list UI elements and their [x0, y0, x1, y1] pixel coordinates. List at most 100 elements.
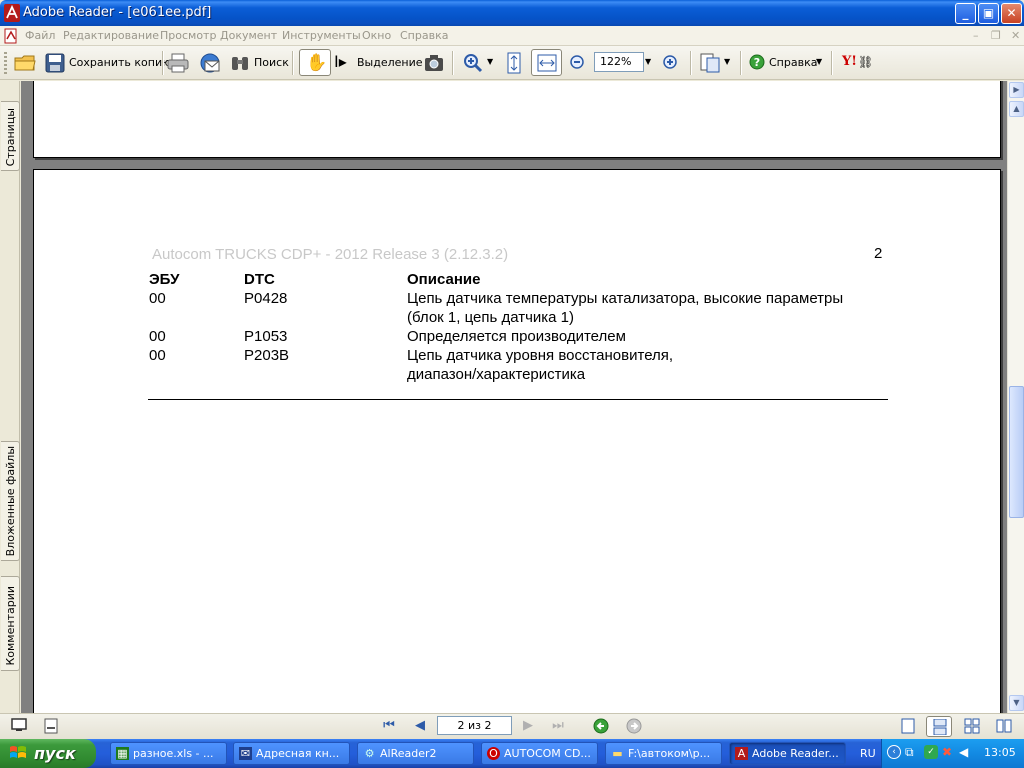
- forward-icon[interactable]: [626, 718, 642, 734]
- menu-edit[interactable]: Редактирование: [63, 29, 159, 42]
- binoculars-icon: ⛓: [858, 55, 874, 69]
- table-row-description-cont: диапазон/характеристика: [407, 366, 586, 383]
- navigation-panel: Страницы Вложенные файлы Комментарии: [0, 81, 20, 713]
- taskbar-item[interactable]: ✉ Адресная кн...: [233, 742, 350, 765]
- menu-bar: Файл Редактирование Просмотр Документ Ин…: [0, 26, 1024, 46]
- table-row-ecu: 00: [149, 290, 166, 307]
- network-icon[interactable]: ⧉: [905, 745, 914, 760]
- scroll-down-arrow-icon[interactable]: ▼: [1009, 695, 1024, 711]
- document-viewport[interactable]: Autocom TRUCKS CDP+ - 2012 Release 3 (2.…: [21, 81, 1007, 713]
- table-bottom-rule: [148, 399, 888, 400]
- binoculars-icon: [232, 57, 248, 70]
- pdf-page-2: Autocom TRUCKS CDP+ - 2012 Release 3 (2.…: [33, 169, 1001, 713]
- antivirus-icon[interactable]: ✓: [924, 745, 938, 759]
- table-row-description-cont: (блок 1, цепь датчика 1): [407, 309, 575, 326]
- pdf-page-number: 2: [874, 245, 883, 262]
- help-icon: ?: [749, 54, 765, 70]
- email-icon[interactable]: [199, 52, 221, 74]
- save-icon[interactable]: [45, 53, 65, 73]
- tray-expand-icon[interactable]: ‹: [887, 745, 901, 759]
- menu-view[interactable]: Просмотр: [160, 29, 216, 42]
- menu-file[interactable]: Файл: [25, 29, 55, 42]
- snapshot-icon[interactable]: [424, 54, 444, 72]
- chevron-down-icon[interactable]: ▼: [724, 57, 730, 66]
- save-copy-button[interactable]: Сохранить копию: [69, 56, 171, 69]
- menu-window[interactable]: Окно: [362, 29, 391, 42]
- minimize-button[interactable]: _: [955, 3, 976, 24]
- tab-pages[interactable]: Страницы: [1, 101, 20, 171]
- help-button[interactable]: Справка: [769, 56, 817, 69]
- zoom-in-icon[interactable]: [463, 53, 483, 73]
- scroll-right-arrow-icon[interactable]: ▶: [1009, 82, 1024, 98]
- col-header-ecu: ЭБУ: [149, 271, 180, 288]
- col-header-description: Описание: [407, 271, 481, 288]
- opera-icon: O: [487, 747, 500, 760]
- restore-icon: ▣: [982, 6, 995, 20]
- chevron-down-icon[interactable]: ▼: [487, 57, 493, 66]
- page-view-icon[interactable]: [43, 718, 59, 734]
- facing-page-icon[interactable]: [996, 718, 1012, 734]
- tab-attachments[interactable]: Вложенные файлы: [1, 441, 20, 561]
- close-button[interactable]: ✕: [1001, 3, 1022, 24]
- document-icon: [4, 28, 17, 44]
- table-row-description: Цепь датчика уровня восстановителя,: [407, 347, 674, 364]
- monitor-icon[interactable]: [11, 718, 27, 732]
- chevron-down-icon[interactable]: ▼: [645, 57, 651, 66]
- continuous-page-icon: [933, 719, 947, 735]
- menu-tools[interactable]: Инструменты: [282, 29, 361, 42]
- first-page-icon[interactable]: ⏮: [381, 718, 397, 734]
- status-bar: [0, 713, 1024, 739]
- table-row-description: Определяется производителем: [407, 328, 626, 345]
- svg-text:?: ?: [754, 56, 760, 69]
- scroll-thumb[interactable]: [1009, 386, 1024, 518]
- menu-help[interactable]: Справка: [400, 29, 448, 42]
- next-page-icon[interactable]: ▶: [520, 718, 536, 734]
- taskbar-item[interactable]: ⚙ AlReader2: [357, 742, 474, 765]
- security-icon[interactable]: ✖: [942, 745, 952, 759]
- chevron-down-icon[interactable]: ▼: [816, 57, 822, 66]
- hand-tool-button[interactable]: ✋: [299, 49, 331, 76]
- maximize-button[interactable]: ▣: [978, 3, 999, 24]
- fit-width-button[interactable]: [531, 49, 562, 76]
- continuous-facing-icon[interactable]: [964, 718, 980, 734]
- page-number-input[interactable]: 2 из 2: [437, 716, 512, 735]
- title-bar[interactable]: Adobe Reader - [e061ee.pdf]: [0, 0, 1024, 26]
- toolbar-grip[interactable]: [4, 52, 7, 74]
- search-button[interactable]: Поиск: [254, 56, 289, 69]
- zoom-out-icon[interactable]: [569, 54, 585, 70]
- taskbar-item[interactable]: ▦ разное.xls - ...: [110, 742, 227, 765]
- doc-close-icon[interactable]: ✕: [1011, 29, 1020, 42]
- table-row-ecu: 00: [149, 347, 166, 364]
- zoom-plus-icon[interactable]: [662, 54, 678, 70]
- table-row-dtc: P203B: [244, 347, 290, 364]
- last-page-icon[interactable]: ⏭: [550, 718, 566, 734]
- excel-icon: ▦: [116, 747, 129, 760]
- tab-comments[interactable]: Комментарии: [1, 576, 20, 671]
- minimize-icon: _: [962, 6, 969, 20]
- table-row-dtc: P1053: [244, 328, 288, 345]
- vertical-scrollbar[interactable]: ▶ ▲ ▼: [1007, 81, 1024, 713]
- taskbar-item[interactable]: O AUTOCOM CD...: [481, 742, 598, 765]
- back-icon[interactable]: [593, 718, 609, 734]
- taskbar-item[interactable]: ▬ F:\автоком\р...: [605, 742, 722, 765]
- page-layout-icon[interactable]: [699, 52, 721, 74]
- taskbar-item-active[interactable]: A Adobe Reader...: [729, 742, 846, 765]
- yahoo-toolbar-button[interactable]: Y!: [842, 54, 857, 69]
- doc-restore-icon[interactable]: ❐: [991, 29, 1001, 42]
- toolbar-separator: [831, 51, 832, 75]
- continuous-page-button[interactable]: [926, 716, 952, 737]
- volume-icon[interactable]: ◀: [959, 745, 968, 759]
- print-icon[interactable]: [167, 53, 189, 73]
- fit-page-icon[interactable]: [504, 52, 524, 74]
- fit-width-icon: [537, 54, 557, 72]
- menu-document[interactable]: Документ: [220, 29, 277, 42]
- doc-minimize-icon[interactable]: –: [973, 29, 979, 42]
- single-page-icon[interactable]: [901, 718, 915, 734]
- language-indicator[interactable]: RU: [860, 747, 876, 760]
- open-folder-icon[interactable]: [14, 53, 36, 73]
- table-row-description: Цепь датчика температуры катализатора, в…: [407, 290, 844, 307]
- previous-page-icon[interactable]: ◀: [412, 718, 428, 734]
- zoom-level-input[interactable]: 122%: [594, 52, 644, 72]
- select-tool-button[interactable]: Выделение: [357, 56, 423, 69]
- scroll-up-arrow-icon[interactable]: ▲: [1009, 101, 1024, 117]
